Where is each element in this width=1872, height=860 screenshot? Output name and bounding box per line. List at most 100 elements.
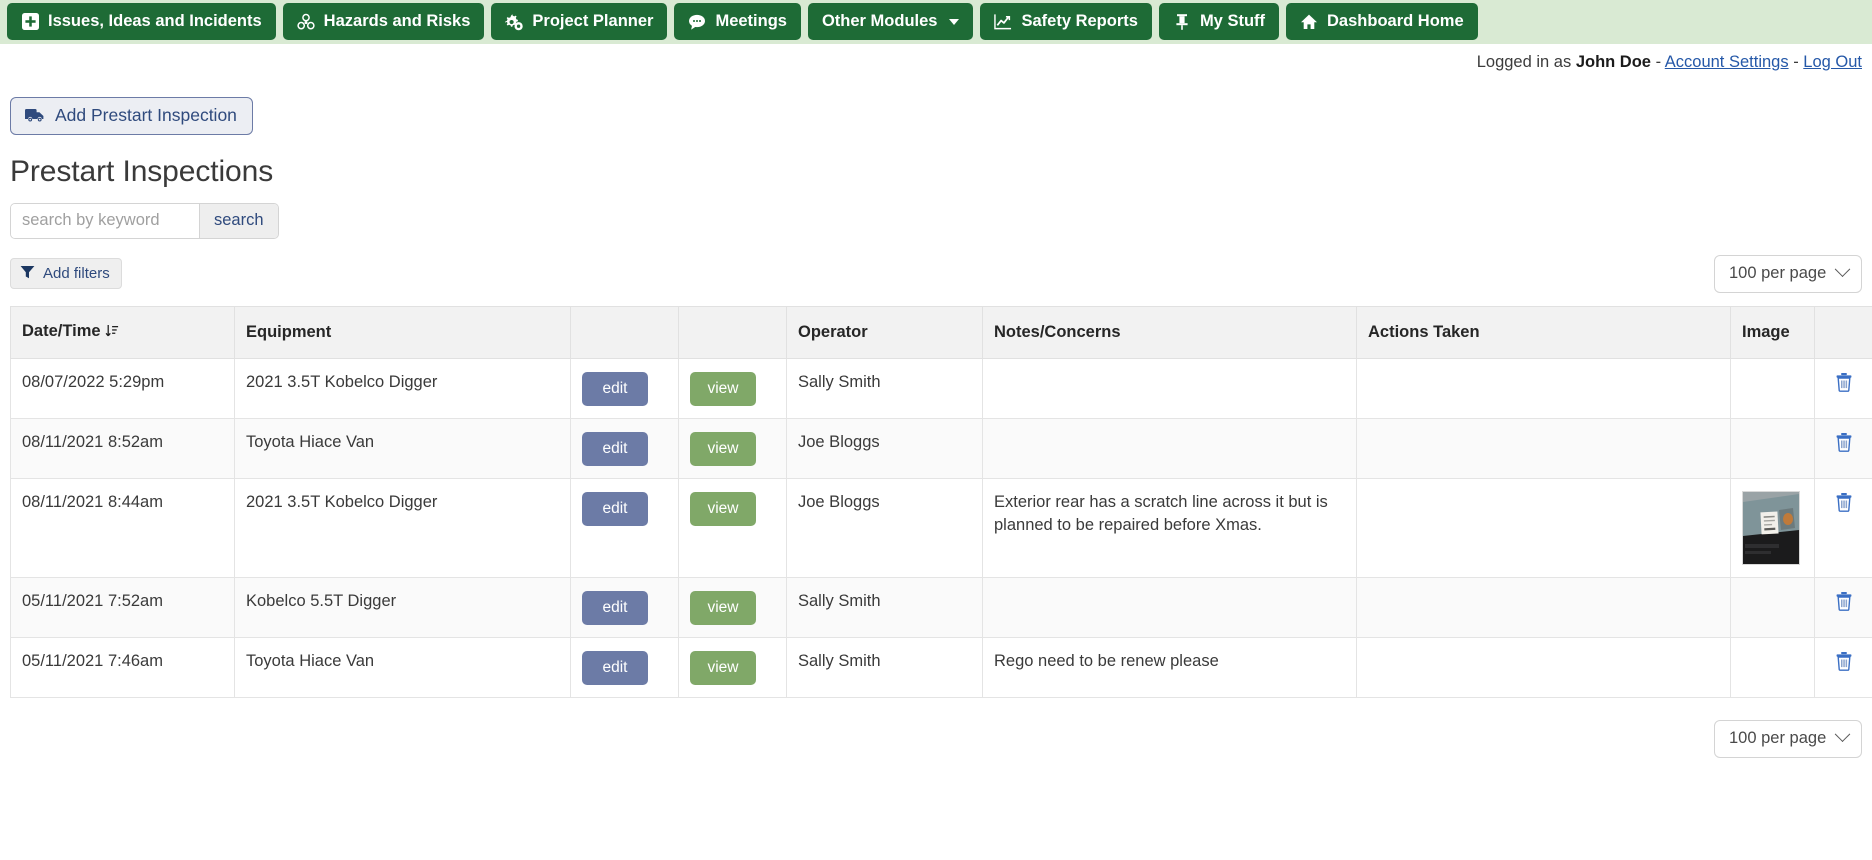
table-row: 05/11/2021 7:52am Kobelco 5.5T Digger edit…: [10, 576, 1872, 638]
column-header-actions-taken[interactable]: Actions Taken: [1356, 305, 1731, 359]
edit-button[interactable]: edit: [582, 491, 648, 526]
inspection-thumbnail[interactable]: [1742, 490, 1800, 565]
per-page-value-top: 100 per page: [1729, 264, 1827, 282]
table-row: 08/11/2021 8:44am 2021 3.5T Kobelco Digge…: [10, 477, 1872, 578]
edit-button[interactable]: edit: [582, 371, 648, 406]
cell-view: view: [678, 477, 787, 578]
add-filters-button[interactable]: Add filters: [10, 258, 122, 289]
page-title: Prestart Inspections: [10, 154, 274, 188]
add-button-label: Add Prestart Inspection: [55, 105, 237, 125]
cell-edit: edit: [570, 417, 679, 479]
chevron-down-icon: [1834, 726, 1851, 743]
view-button[interactable]: view: [690, 650, 756, 685]
cell-operator: Sally Smith: [786, 576, 983, 638]
search-input[interactable]: [11, 203, 199, 238]
column-header-label: Date/Time: [22, 321, 101, 340]
nav-item-label: Project Planner: [532, 12, 654, 31]
delete-row-button[interactable]: [1833, 491, 1855, 513]
filter-toolbar: Add filters 100 per page: [10, 254, 1862, 293]
per-page-select-top[interactable]: 100 per page: [1714, 254, 1862, 293]
view-button[interactable]: view: [690, 491, 756, 526]
nav-item-meetings[interactable]: Meetings: [674, 3, 801, 40]
cell-notes: Rego need to be renew please: [982, 636, 1357, 698]
cell-actions-taken: [1356, 417, 1731, 479]
column-header-image: Image: [1730, 305, 1815, 359]
nav-item-other-modules[interactable]: Other Modules: [807, 3, 974, 40]
pin-icon: [1173, 13, 1191, 31]
cell-datetime: 08/11/2021 8:52am: [10, 417, 235, 479]
nav-item-project-planner[interactable]: Project Planner: [491, 3, 668, 40]
chart-line-icon: [994, 13, 1012, 31]
delete-row-button[interactable]: [1833, 650, 1855, 672]
cell-actions-taken: [1356, 636, 1731, 698]
cell-image: [1730, 576, 1815, 638]
cell-operator: Joe Bloggs: [786, 477, 983, 578]
per-page-select-bottom[interactable]: 100 per page: [1714, 719, 1862, 758]
edit-button[interactable]: edit: [582, 431, 648, 466]
cell-image: [1730, 417, 1815, 479]
search-button[interactable]: search: [199, 203, 278, 238]
nav-item-label: Other Modules: [821, 12, 938, 31]
table-row: 08/11/2021 8:52am Toyota Hiace Van edit vie…: [10, 417, 1872, 479]
add-prestart-inspection-button[interactable]: Add Prestart Inspection: [10, 97, 253, 135]
view-button[interactable]: view: [690, 590, 756, 625]
cell-notes: [982, 576, 1357, 638]
per-page-value-bottom: 100 per page: [1729, 729, 1827, 747]
add-filters-label: Add filters: [43, 265, 110, 282]
pagination-bottom: 100 per page: [10, 719, 1862, 758]
separator-2: -: [1793, 53, 1799, 71]
nav-item-issues-ideas-incidents[interactable]: Issues, Ideas and Incidents: [7, 3, 276, 40]
cell-datetime: 08/11/2021 8:44am: [10, 477, 235, 578]
delete-row-button[interactable]: [1833, 590, 1855, 612]
column-header-datetime[interactable]: Date/Time: [10, 305, 235, 359]
nav-item-dashboard-home[interactable]: Dashboard Home: [1286, 3, 1478, 40]
column-header-delete: [1814, 305, 1872, 359]
sort-descending-icon: [105, 324, 119, 343]
cell-notes: [982, 357, 1357, 419]
account-settings-link[interactable]: Account Settings: [1665, 53, 1789, 71]
delete-row-button[interactable]: [1833, 371, 1855, 393]
column-header-label: Actions Taken: [1368, 322, 1480, 341]
cell-operator: Joe Bloggs: [786, 417, 983, 479]
column-header-notes[interactable]: Notes/Concerns: [982, 305, 1357, 359]
edit-button[interactable]: edit: [582, 590, 648, 625]
funnel-icon: [20, 265, 35, 282]
column-header-label: Equipment: [246, 322, 332, 341]
nav-item-hazards-and-risks[interactable]: Hazards and Risks: [282, 3, 485, 40]
nav-item-safety-reports[interactable]: Safety Reports: [980, 3, 1152, 40]
cell-equipment: Kobelco 5.5T Digger: [234, 576, 571, 638]
nav-item-label: My Stuff: [1199, 12, 1266, 31]
cell-actions-taken: [1356, 357, 1731, 419]
cell-edit: edit: [570, 477, 679, 578]
column-header-edit: [570, 305, 679, 359]
edit-button[interactable]: edit: [582, 650, 648, 685]
cell-delete: [1814, 417, 1872, 479]
column-header-equipment[interactable]: Equipment: [234, 305, 571, 359]
cell-view: view: [678, 576, 787, 638]
cell-operator: Sally Smith: [786, 357, 983, 419]
nav-item-label: Issues, Ideas and Incidents: [48, 12, 262, 31]
nav-item-my-stuff[interactable]: My Stuff: [1158, 3, 1280, 40]
plus-square-icon: [21, 13, 39, 31]
column-header-view: [678, 305, 787, 359]
nav-item-label: Safety Reports: [1021, 12, 1138, 31]
log-out-link[interactable]: Log Out: [1803, 53, 1862, 71]
cell-delete: [1814, 636, 1872, 698]
search-bar: search: [10, 202, 279, 239]
view-button[interactable]: view: [690, 431, 756, 466]
comment-icon: [688, 13, 706, 31]
delete-row-button[interactable]: [1833, 431, 1855, 453]
cell-view: view: [678, 636, 787, 698]
nav-item-label: Hazards and Risks: [323, 12, 471, 31]
biohazard-icon: [297, 13, 315, 31]
column-header-label: Notes/Concerns: [994, 322, 1121, 341]
cell-actions-taken: [1356, 576, 1731, 638]
current-user-name: John Doe: [1575, 53, 1651, 71]
table-body: 08/07/2022 5:29pm 2021 3.5T Kobelco Digge…: [10, 357, 1872, 698]
column-header-operator[interactable]: Operator: [786, 305, 983, 359]
cell-view: view: [678, 417, 787, 479]
session-bar: Logged in as John Doe - Account Settings…: [0, 44, 1872, 72]
cell-view: view: [678, 357, 787, 419]
view-button[interactable]: view: [690, 371, 756, 406]
column-header-label: Operator: [798, 322, 868, 341]
